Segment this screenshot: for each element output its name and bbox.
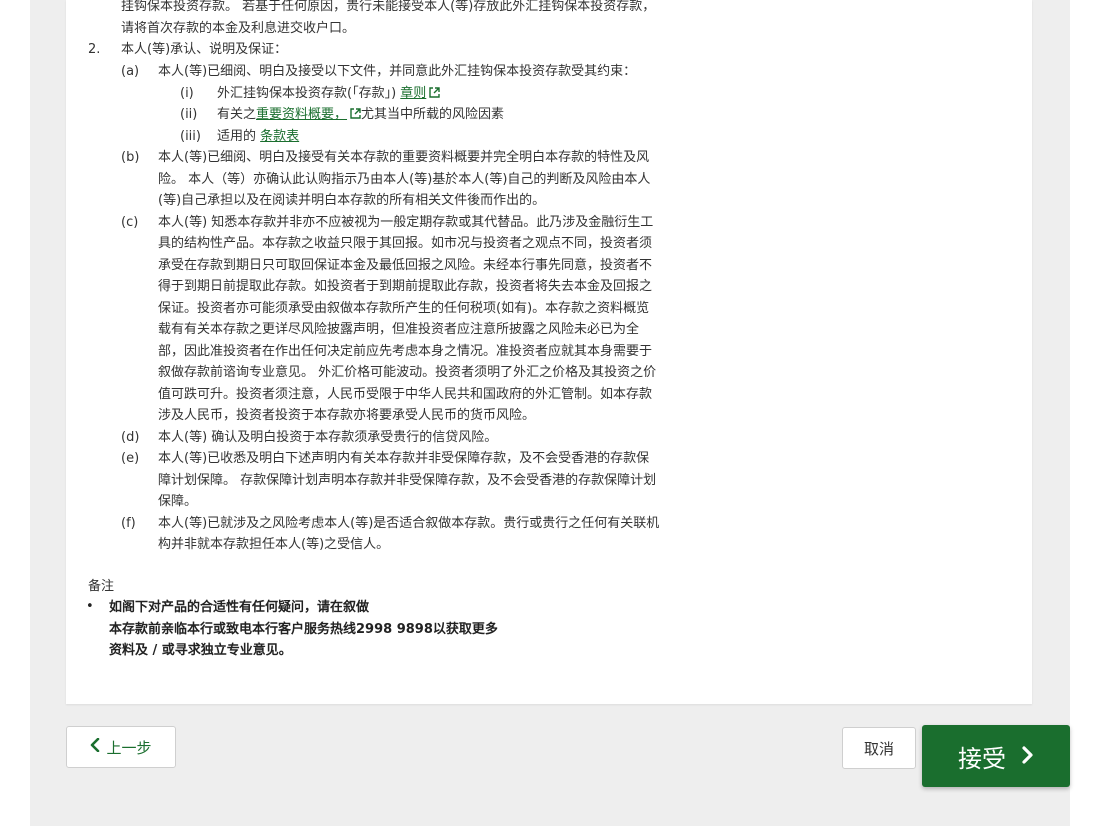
external-link-icon[interactable] bbox=[350, 108, 361, 119]
intro-line-1: 挂钩保本投资存款。 若基于任何原因，贵行未能接受本人(等)存放此外汇挂钩保本投资… bbox=[121, 0, 656, 14]
back-button[interactable]: 上一步 bbox=[66, 726, 176, 768]
item-a-ii-suffix: 尤其当中所载的风险因素 bbox=[361, 107, 505, 122]
item-a-iii-label: (iii) bbox=[180, 129, 201, 144]
item-b-line: 本人(等)已细阅、明白及接受有关本存款的重要资料概要并完全明白本存款的特性及风 bbox=[158, 150, 650, 165]
item-a-i-line: 外汇挂钩保本投资存款(「存款」) 章则 bbox=[217, 83, 440, 105]
accept-button-label: 接受 bbox=[958, 744, 1006, 773]
item-f-line: 构并非就本存款担任本人(等)之受信人。 bbox=[158, 537, 390, 552]
item-a-label: (a) bbox=[121, 64, 140, 79]
item-f-label: (f) bbox=[121, 516, 136, 531]
item-c-line: 叙做存款前谘询专业意见。 外汇价格可能波动。投资者须明了外汇之价格及其投资之价 bbox=[158, 365, 657, 380]
item-c-line: 值可跌可升。投资者须注意，人民币受限于中华人民共和国政府的外汇管制。如本存款 bbox=[158, 387, 653, 402]
item-d-label: (d) bbox=[121, 430, 140, 445]
accept-button[interactable]: 接受 bbox=[922, 725, 1070, 787]
remarks-bullet: • bbox=[86, 599, 94, 614]
section-2-number: 2. bbox=[88, 42, 101, 57]
item-c-line: 涉及人民币，投资者投资于本存款亦将要承受人民币的货币风险。 bbox=[158, 408, 536, 423]
rules-link[interactable]: 章则 bbox=[400, 86, 426, 101]
item-a-ii-line: 有关之重要资料概要， 尤其当中所载的风险因素 bbox=[217, 104, 504, 126]
chevron-right-icon bbox=[1022, 742, 1034, 770]
item-e-line: 保障。 bbox=[158, 494, 198, 509]
cancel-button-label: 取消 bbox=[863, 739, 894, 758]
chevron-left-icon bbox=[90, 737, 100, 756]
item-c-line: 承受在存款到期日只可取回保证本金及最低回报之风险。未经本行事先同意，投资者不 bbox=[158, 258, 653, 273]
back-button-label: 上一步 bbox=[106, 738, 152, 757]
item-c-line: 得于到期日前提取此存款。如投资者于到期前提取此存款，投资者将失去本金及回报之 bbox=[158, 279, 653, 294]
item-e-label: (e) bbox=[121, 451, 140, 466]
item-c-label: (c) bbox=[121, 215, 139, 230]
remarks-line: 本存款前亲临本行或致电本行客户服务热线2998 9898以获取更多 bbox=[109, 622, 498, 637]
item-a-ii-prefix: 有关之 bbox=[217, 107, 257, 122]
item-a-i-prefix: 外汇挂钩保本投资存款(「存款」) bbox=[217, 86, 401, 101]
item-b-line: (等)自己承担以及在阅读并明白本存款的所有相关文件後而作出的。 bbox=[158, 193, 546, 208]
item-a-ii-label: (ii) bbox=[180, 107, 198, 122]
item-b-label: (b) bbox=[121, 150, 140, 165]
term-sheet-link[interactable]: 条款表 bbox=[260, 129, 299, 144]
cancel-button[interactable]: 取消 bbox=[842, 727, 916, 769]
item-c-line: 保证。投资者亦可能须承受由叙做本存款所产生的任何税项(如有)。本存款之资料概览 bbox=[158, 301, 650, 316]
item-a-text: 本人(等)已细阅、明白及接受以下文件，并同意此外汇挂钩保本投资存款受其约束： bbox=[158, 64, 637, 79]
remarks-title: 备注 bbox=[88, 579, 115, 594]
item-d-line: 本人(等) 确认及明白投资于本存款须承受贵行的信贷风险。 bbox=[158, 430, 498, 445]
key-facts-link[interactable]: 重要资料概要， bbox=[256, 107, 347, 122]
intro-line-2: 请将首次存款的本金及利息进交收户口。 bbox=[121, 21, 356, 36]
remarks-line: 如阁下对产品的合适性有任何疑问，请在叙做 bbox=[109, 600, 370, 615]
remarks-line: 资料及 / 或寻求独立专业意见。 bbox=[109, 643, 292, 658]
section-2-title: 本人(等)承认、说明及保证： bbox=[121, 42, 288, 57]
item-a-i-label: (i) bbox=[180, 86, 194, 101]
item-c-line: 具的结构性产品。本存款之收益只限于其回报。如市况与投资者之观点不同，投资者须 bbox=[158, 236, 653, 251]
item-e-line: 本人(等)已收悉及明白下述声明内有关本存款并非受保障存款，及不会受香港的存款保 bbox=[158, 451, 650, 466]
item-a-iii-line: 适用的 条款表 bbox=[217, 126, 299, 148]
external-link-icon[interactable] bbox=[429, 87, 440, 98]
item-a-iii-prefix: 适用的 bbox=[217, 129, 261, 144]
item-c-line: 载有有关本存款之更详尽风险披露声明，但准投资者应注意所披露之风险未必已为全 bbox=[158, 322, 640, 337]
item-e-line: 障计划保障。 存款保障计划声明本存款并非受保障存款，及不会受香港的存款保障计划 bbox=[158, 473, 657, 488]
item-c-line: 部，因此准投资者在作出任何决定前应先考虑本身之情况。准投资者应就其本身需要于 bbox=[158, 344, 653, 359]
item-c-line: 本人(等) 知悉本存款并非亦不应被视为一般定期存款或其代替品。此乃涉及金融衍生工 bbox=[158, 215, 654, 230]
item-f-line: 本人(等)已就涉及之风险考虑本人(等)是否适合叙做本存款。贵行或贵行之任何有关联… bbox=[158, 516, 660, 531]
item-b-line: 险。 本人（等）亦确认此认购指示乃由本人(等)基於本人(等)自己的判断及风险由本… bbox=[158, 172, 651, 187]
